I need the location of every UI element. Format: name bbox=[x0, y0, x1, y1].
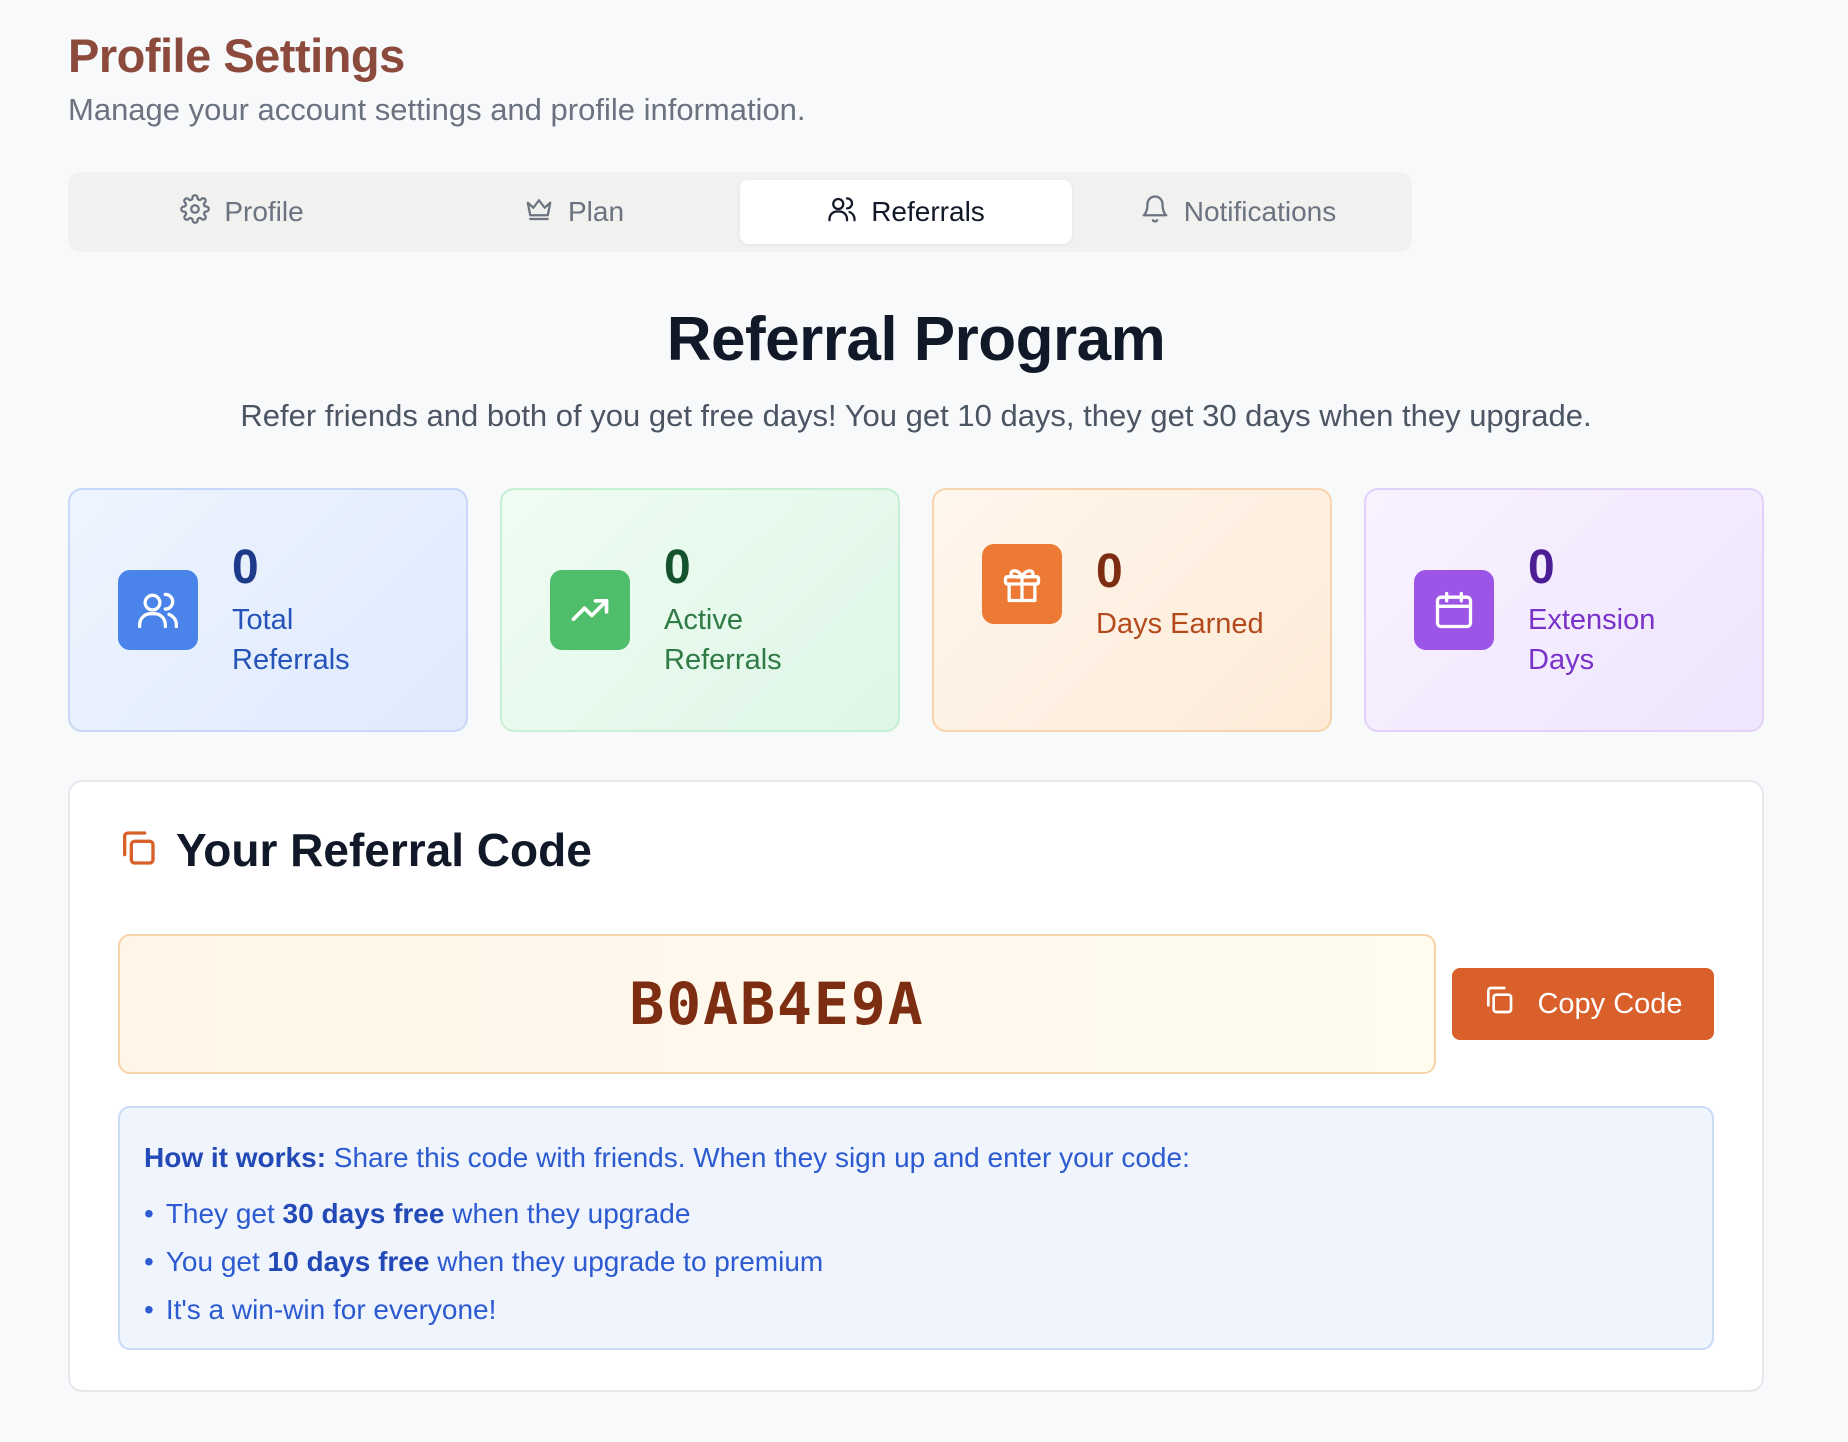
copy-code-label: Copy Code bbox=[1537, 987, 1683, 1020]
settings-tabs: Profile Plan Referrals Notifications bbox=[68, 172, 1412, 252]
referral-stats: 0 Total Referrals 0 Active Referrals 0 D… bbox=[68, 488, 1764, 732]
copy-code-button[interactable]: Copy Code bbox=[1452, 968, 1714, 1040]
stat-label: Active Referrals bbox=[664, 604, 782, 676]
gear-icon bbox=[180, 193, 211, 231]
referral-code-card: Your Referral Code B0AB4E9A Copy Code Ho… bbox=[68, 780, 1764, 1392]
stat-value: 0 bbox=[232, 541, 259, 594]
stat-total-referrals: 0 Total Referrals bbox=[68, 488, 468, 732]
tab-profile[interactable]: Profile bbox=[76, 180, 408, 244]
how-it-works-list: They get 30 days free when they upgrade … bbox=[144, 1190, 1688, 1334]
how-it-works-intro: How it works: Share this code with frien… bbox=[144, 1134, 1688, 1182]
users-icon bbox=[118, 570, 198, 650]
stat-active-referrals: 0 Active Referrals bbox=[500, 488, 900, 732]
stat-days-earned: 0 Days Earned bbox=[932, 488, 1332, 732]
list-item: You get 10 days free when they upgrade t… bbox=[144, 1238, 1688, 1286]
page-subtitle: Manage your account settings and profile… bbox=[68, 92, 806, 127]
users-icon bbox=[827, 194, 857, 231]
referral-program-subtitle: Refer friends and both of you get free d… bbox=[240, 398, 1592, 433]
bell-icon bbox=[1140, 194, 1170, 231]
stat-value: 0 bbox=[1528, 541, 1555, 594]
tab-label: Profile bbox=[224, 196, 304, 227]
tab-notifications[interactable]: Notifications bbox=[1072, 180, 1404, 244]
code-card-title: Your Referral Code bbox=[176, 824, 592, 876]
page-title: Profile Settings bbox=[68, 29, 405, 82]
gift-icon bbox=[982, 544, 1062, 624]
copy-icon bbox=[118, 828, 158, 873]
how-it-works-box: How it works: Share this code with frien… bbox=[118, 1106, 1714, 1350]
calendar-icon bbox=[1414, 570, 1494, 650]
stat-value: 0 bbox=[1096, 545, 1123, 598]
how-it-works-text: Share this code with friends. When they … bbox=[326, 1142, 1190, 1173]
list-item: It's a win-win for everyone! bbox=[144, 1286, 1688, 1334]
stat-label: Days Earned bbox=[1096, 608, 1264, 640]
tab-referrals[interactable]: Referrals bbox=[740, 180, 1072, 244]
stat-label: Extension Days bbox=[1528, 604, 1656, 676]
tab-label: Notifications bbox=[1183, 196, 1337, 227]
how-it-works-lead: How it works: bbox=[144, 1142, 327, 1173]
tab-plan[interactable]: Plan bbox=[408, 180, 740, 244]
tab-label: Plan bbox=[567, 196, 625, 227]
list-item: They get 30 days free when they upgrade bbox=[144, 1190, 1688, 1238]
stat-extension-days: 0 Extension Days bbox=[1364, 488, 1764, 732]
code-row: B0AB4E9A Copy Code bbox=[118, 934, 1714, 1074]
trending-up-icon bbox=[550, 570, 630, 650]
copy-icon bbox=[1483, 984, 1515, 1024]
crown-icon bbox=[524, 194, 554, 231]
stat-value: 0 bbox=[664, 541, 691, 594]
code-card-header: Your Referral Code bbox=[118, 822, 1714, 878]
tab-label: Referrals bbox=[871, 196, 985, 227]
stat-label: Total Referrals bbox=[232, 604, 350, 676]
referral-code[interactable]: B0AB4E9A bbox=[118, 934, 1436, 1074]
referral-program-title: Referral Program bbox=[666, 305, 1166, 374]
profile-settings-page: Profile Settings Manage your account set… bbox=[68, 28, 1764, 1392]
